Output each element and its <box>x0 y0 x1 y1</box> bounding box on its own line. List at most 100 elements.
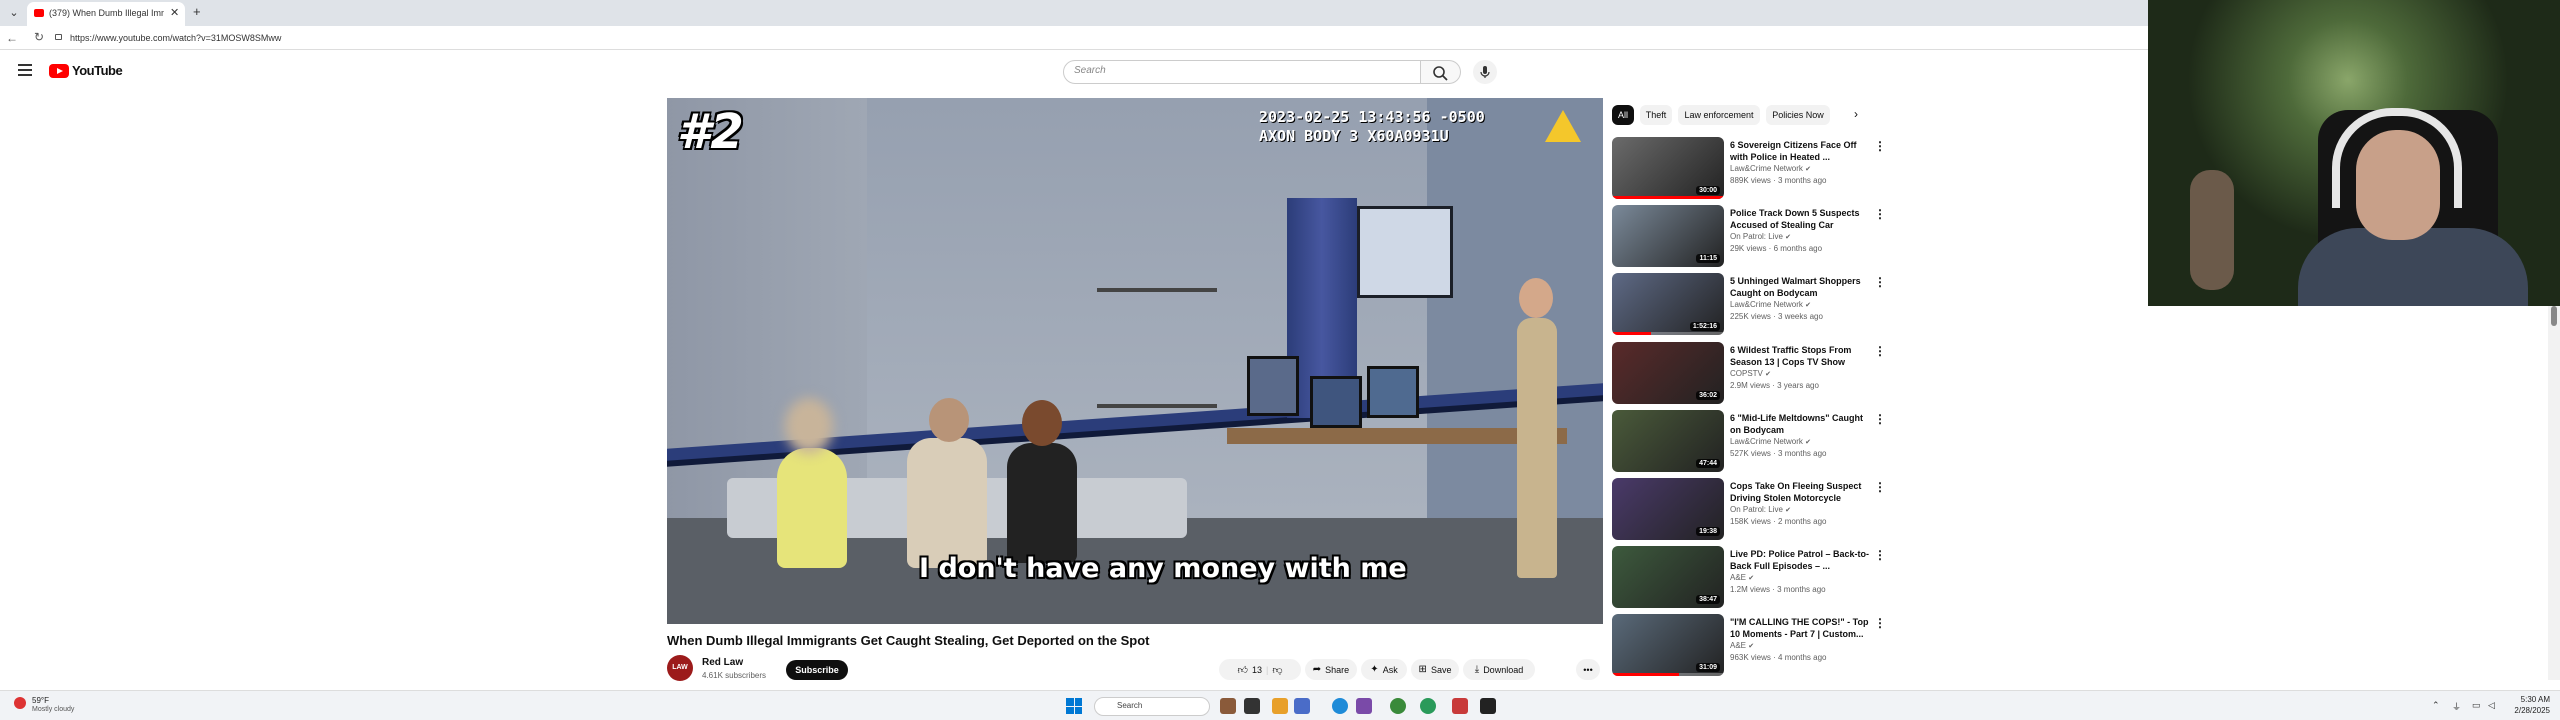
recommended-channel-name[interactable]: COPSTV ✔ <box>1730 369 1771 378</box>
recommended-video[interactable]: 31:09 "I'M CALLING THE COPS!" - Top 10 Mo… <box>1612 614 1886 678</box>
taskbar-search[interactable]: Search <box>1094 697 1210 716</box>
chip-policies-now[interactable]: Policies Now <box>1766 105 1830 125</box>
tray-usb-icon[interactable]: ⏚ <box>2452 700 2461 713</box>
weather-temp[interactable]: 59°F <box>32 696 49 705</box>
video-thumbnail[interactable]: 31:09 <box>1612 614 1724 677</box>
recommended-video[interactable]: 19:38 Cops Take On Fleeing Suspect Drivin… <box>1612 478 1886 542</box>
video-frame-shelf <box>1097 288 1217 408</box>
recommended-video[interactable]: 36:02 6 Wildest Traffic Stops From Season… <box>1612 341 1886 406</box>
recommended-channel-name[interactable]: On Patrol: Live ✔ <box>1730 232 1791 241</box>
recommended-video-title[interactable]: 6 Wildest Traffic Stops From Season 13 |… <box>1730 344 1872 368</box>
recommended-channel-name[interactable]: On Patrol: Live ✔ <box>1730 505 1791 514</box>
recommended-channel-name[interactable]: Law&Crime Network ✔ <box>1730 164 1811 173</box>
clock-time[interactable]: 5:30 AM <box>2500 695 2550 704</box>
url-field[interactable]: https://www.youtube.com/watch?v=31MOSW8S… <box>70 33 281 43</box>
weather-description[interactable]: Mostly cloudy <box>32 706 74 713</box>
save-button[interactable]: ⊞ Save <box>1411 659 1459 680</box>
more-options-icon[interactable]: ⋮ <box>1874 207 1886 221</box>
search-button[interactable] <box>1421 60 1461 84</box>
video-thumbnail[interactable]: 36:02 <box>1612 341 1724 404</box>
youtube-logo[interactable]: YouTube <box>49 63 123 78</box>
video-thumbnail[interactable]: 19:38 <box>1612 478 1724 540</box>
more-options-icon[interactable]: ⋮ <box>1874 344 1886 358</box>
clock-date[interactable]: 2/28/2025 <box>2486 706 2550 715</box>
download-button[interactable]: ⤓ Download <box>1463 659 1535 680</box>
edge-icon[interactable] <box>1332 698 1348 714</box>
watch-progress-bar <box>1612 673 1724 677</box>
recommended-channel-name[interactable]: Law&Crime Network ✔ <box>1730 437 1811 446</box>
taskbar-app-icon[interactable] <box>1220 698 1236 714</box>
recommended-video-meta: 963K views · 4 months ago <box>1730 653 1827 663</box>
tray-network-icon[interactable]: ▭ <box>2472 700 2481 711</box>
weather-icon[interactable] <box>14 697 26 709</box>
video-thumbnail[interactable]: 1:52:16 <box>1612 273 1724 336</box>
chevron-right-icon[interactable]: › <box>1854 107 1858 121</box>
chip-theft[interactable]: Theft <box>1640 105 1672 125</box>
video-caption: I don't have any money with me <box>919 553 1407 584</box>
video-player[interactable]: #2 2023-02-25 13:43:56 -0500 AXON BODY 3… <box>667 98 1603 624</box>
video-thumbnail[interactable]: 47:44 <box>1612 409 1724 472</box>
tab-search-dropdown[interactable]: ⌄ <box>4 4 24 22</box>
more-options-icon[interactable]: ⋮ <box>1874 275 1886 289</box>
ask-button[interactable]: ✦ Ask <box>1361 659 1407 680</box>
site-info-icon[interactable] <box>55 34 62 40</box>
recommended-video-title[interactable]: 6 Sovereign Citizens Face Off with Polic… <box>1730 139 1872 163</box>
windows-start-icon[interactable] <box>1066 698 1082 714</box>
voice-search-button[interactable] <box>1473 60 1497 84</box>
more-options-icon[interactable]: ⋮ <box>1874 139 1886 153</box>
recommended-video-title[interactable]: Police Track Down 5 Suspects Accused of … <box>1730 207 1872 231</box>
recommended-video-title[interactable]: 5 Unhinged Walmart Shoppers Caught on Bo… <box>1730 275 1872 299</box>
recommended-video-title[interactable]: "I'M CALLING THE COPS!" - Top 10 Moments… <box>1730 616 1872 640</box>
more-options-icon[interactable]: ⋮ <box>1874 480 1886 494</box>
webcam-shirt <box>2298 228 2528 306</box>
tray-chevron-icon[interactable]: ⌃ <box>2432 700 2440 711</box>
taskbar-app-icon[interactable] <box>1356 698 1372 714</box>
video-thumbnail[interactable]: 11:15 <box>1612 205 1724 268</box>
recommended-video-meta: 527K views · 3 months ago <box>1730 448 1827 458</box>
file-explorer-icon[interactable] <box>1272 698 1288 714</box>
like-button[interactable]: 👍︎ <box>1238 664 1248 676</box>
more-options-icon[interactable]: ⋮ <box>1874 616 1886 630</box>
video-frame-person <box>907 438 987 568</box>
steam-icon[interactable] <box>1480 698 1496 714</box>
tab-close-icon[interactable]: ✕ <box>170 6 179 19</box>
dislike-button[interactable]: 👎︎ <box>1272 664 1282 676</box>
more-actions-button[interactable]: ••• <box>1576 659 1600 680</box>
video-thumbnail[interactable]: 38:47 <box>1612 546 1724 609</box>
recommended-channel-name[interactable]: A&E ✔ <box>1730 573 1754 582</box>
recommended-video[interactable]: 47:44 6 "Mid-Life Meltdowns" Caught on Bo… <box>1612 409 1886 474</box>
spotify-icon[interactable] <box>1420 698 1436 714</box>
browser-tab[interactable]: (379) When Dumb Illegal Imm ✕ <box>27 2 185 26</box>
subscribe-button[interactable]: Subscribe <box>786 660 848 680</box>
search-input[interactable]: Search <box>1063 60 1421 84</box>
recommended-video[interactable]: 11:15 Police Track Down 5 Suspects Accuse… <box>1612 205 1886 269</box>
channel-avatar[interactable]: LAW <box>667 655 693 681</box>
back-arrow-icon[interactable]: ← <box>6 31 18 45</box>
taskbar-app-icon[interactable] <box>1244 698 1260 714</box>
ask-label: Ask <box>1382 664 1398 675</box>
chip-law-enforcement[interactable]: Law enforcement <box>1678 105 1760 125</box>
recommended-channel-name[interactable]: Law&Crime Network ✔ <box>1730 300 1811 309</box>
chrome-icon[interactable] <box>1390 698 1406 714</box>
new-tab-button[interactable]: + <box>193 4 201 19</box>
channel-name[interactable]: Red Law <box>702 657 743 668</box>
recommended-video-title[interactable]: 6 "Mid-Life Meltdowns" Caught on Bodycam <box>1730 412 1872 436</box>
more-options-icon[interactable]: ⋮ <box>1874 412 1886 426</box>
chip-all[interactable]: All <box>1612 105 1634 125</box>
share-button[interactable]: ➦ Share <box>1305 659 1357 680</box>
taskbar-app-icon[interactable] <box>1452 698 1468 714</box>
recommended-channel-name[interactable]: A&E ✔ <box>1730 641 1754 650</box>
recommended-video-title[interactable]: Cops Take On Fleeing Suspect Driving Sto… <box>1730 480 1872 504</box>
page-scrollbar[interactable] <box>2548 306 2560 680</box>
more-options-icon[interactable]: ⋮ <box>1874 548 1886 562</box>
recommended-video[interactable]: 38:47 Live PD: Police Patrol – Back-to-Ba… <box>1612 546 1886 610</box>
recommended-video[interactable]: 30:00 6 Sovereign Citizens Face Off with … <box>1612 137 1886 201</box>
video-thumbnail[interactable]: 30:00 <box>1612 137 1724 199</box>
recommended-video[interactable]: 1:52:16 5 Unhinged Walmart Shoppers Caugh… <box>1612 273 1886 337</box>
reload-icon[interactable]: ↻ <box>34 30 44 44</box>
taskbar-app-icon[interactable] <box>1294 698 1310 714</box>
recommended-video-title[interactable]: Live PD: Police Patrol – Back-to-Back Fu… <box>1730 548 1872 572</box>
hamburger-menu-icon[interactable] <box>18 64 32 76</box>
recommended-video-meta: 1.2M views · 3 months ago <box>1730 585 1826 595</box>
scrollbar-thumb[interactable] <box>2551 306 2557 326</box>
